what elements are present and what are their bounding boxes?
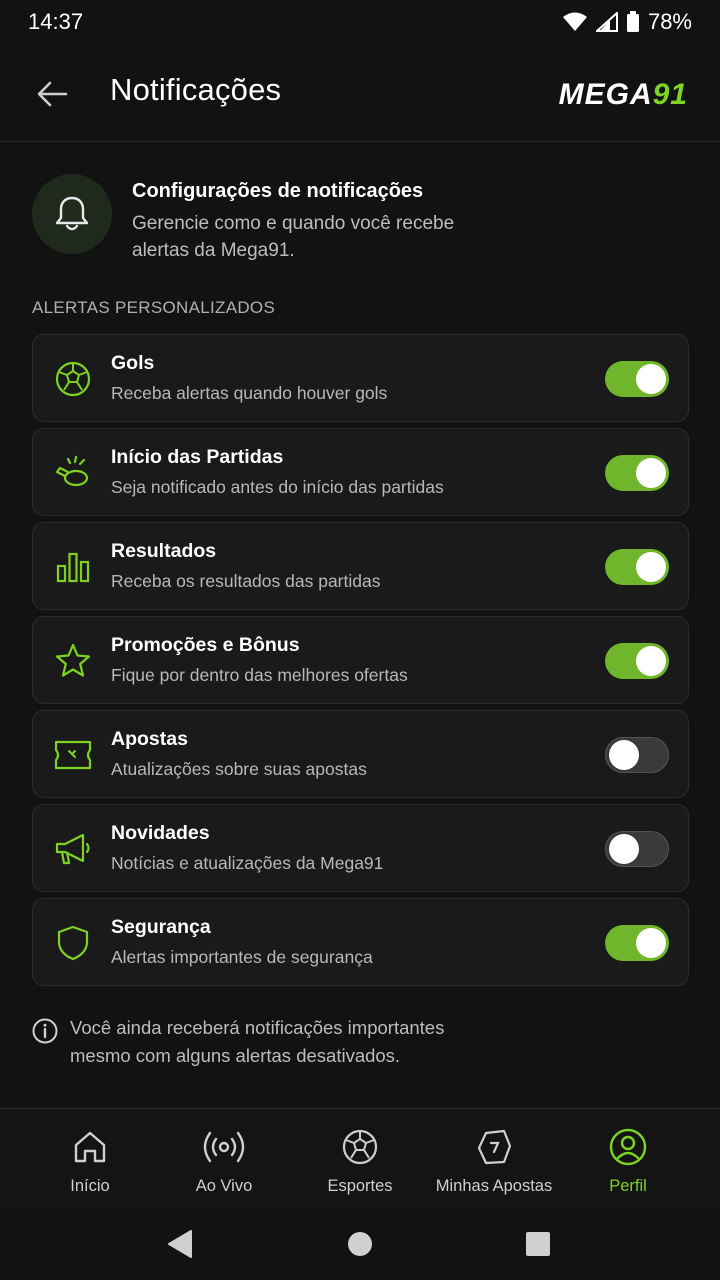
nav-label: Início	[70, 1177, 110, 1195]
resultados-toggle[interactable]	[605, 549, 669, 585]
live-icon	[152, 1125, 296, 1169]
square-recents-icon	[526, 1232, 550, 1256]
novidades-toggle[interactable]	[605, 831, 669, 867]
system-recents-button[interactable]	[518, 1224, 558, 1264]
alert-card-novidades: Novidades Notícias e atualizações da Meg…	[32, 804, 689, 892]
alert-description: Receba alertas quando houver gols	[111, 383, 388, 403]
toggle-knob	[609, 834, 639, 864]
nav-label: Minhas Apostas	[435, 1177, 553, 1195]
nav-inicio[interactable]: Início	[18, 1125, 162, 1205]
toggle-knob	[636, 928, 666, 958]
nav-label: Esportes	[327, 1177, 393, 1195]
app-bar: Notificações MEGA91	[0, 44, 720, 142]
battery-percent: 78%	[647, 9, 692, 34]
page-title: Notificações	[110, 72, 282, 107]
shield-icon	[53, 923, 93, 963]
status-icons: 78%	[562, 9, 692, 35]
section-title: ALERTAS PERSONALIZADOS	[32, 298, 276, 317]
info-icon	[32, 1018, 58, 1044]
alert-description: Alertas importantes de segurança	[111, 947, 373, 967]
profile-icon	[556, 1125, 700, 1169]
brand-logo: MEGA91	[558, 78, 688, 111]
bell-badge	[32, 174, 112, 254]
promocoes-toggle[interactable]	[605, 643, 669, 679]
back-arrow-icon	[37, 81, 68, 107]
back-button[interactable]	[30, 74, 74, 114]
status-time: 14:37	[28, 9, 84, 34]
alert-description: Seja notificado antes do início das part…	[111, 477, 444, 497]
alert-title: Promoções e Bônus	[111, 634, 300, 656]
alert-description: Fique por dentro das melhores ofertas	[111, 665, 408, 685]
intro-title: Configurações de notificações	[132, 180, 424, 202]
alert-title: Apostas	[111, 728, 188, 750]
inicio-partidas-toggle[interactable]	[605, 455, 669, 491]
nav-ao-vivo[interactable]: Ao Vivo	[152, 1125, 296, 1205]
alert-description: Atualizações sobre suas apostas	[111, 759, 367, 779]
system-home-button[interactable]	[340, 1224, 380, 1264]
nav-esportes[interactable]: Esportes	[288, 1125, 432, 1205]
soccer-ball-icon	[288, 1125, 432, 1169]
megaphone-icon	[53, 829, 93, 869]
nav-minhas-apostas[interactable]: Minhas Apostas	[422, 1125, 566, 1205]
system-navigation-bar	[0, 1208, 720, 1280]
star-icon	[53, 641, 93, 681]
toggle-knob	[609, 740, 639, 770]
bets-icon	[422, 1125, 566, 1169]
toggle-knob	[636, 458, 666, 488]
notification-settings-intro: Configurações de notificações Gerencie c…	[32, 174, 692, 264]
system-back-button[interactable]	[160, 1224, 200, 1264]
nav-label: Perfil	[609, 1177, 647, 1195]
alert-title: Novidades	[111, 822, 210, 844]
battery-icon	[626, 11, 639, 32]
ticket-icon	[53, 735, 93, 775]
bar-chart-icon	[53, 547, 93, 587]
alert-description: Notícias e atualizações da Mega91	[111, 853, 384, 873]
toggle-knob	[636, 646, 666, 676]
signal-icon	[595, 12, 618, 32]
alert-description: Receba os resultados das partidas	[111, 571, 381, 591]
alert-title: Início das Partidas	[111, 446, 284, 468]
bell-icon	[55, 196, 89, 231]
alert-card-seguranca: Segurança Alertas importantes de seguran…	[32, 898, 689, 986]
alert-card-inicio-partidas: Início das Partidas Seja notificado ante…	[32, 428, 689, 516]
circle-home-icon	[348, 1232, 372, 1256]
gols-toggle[interactable]	[605, 361, 669, 397]
alert-title: Resultados	[111, 540, 217, 562]
nav-perfil[interactable]: Perfil	[556, 1125, 700, 1205]
toggle-knob	[636, 364, 666, 394]
bottom-navigation: Início Ao Vivo Esportes Minhas Apostas P…	[0, 1108, 720, 1208]
home-icon	[18, 1125, 162, 1169]
whistle-icon	[53, 453, 93, 493]
alert-card-apostas: Apostas Atualizações sobre suas apostas	[32, 710, 689, 798]
nav-label: Ao Vivo	[195, 1177, 253, 1195]
info-text: Você ainda receberá notificações importa…	[70, 1017, 445, 1066]
status-bar: 14:37 78%	[0, 0, 720, 44]
soccer-ball-icon	[53, 359, 93, 399]
alert-title: Gols	[111, 352, 155, 374]
intro-description: Gerencie como e quando você recebe alert…	[132, 213, 455, 261]
toggle-knob	[636, 552, 666, 582]
alert-card-resultados: Resultados Receba os resultados das part…	[32, 522, 689, 610]
alert-card-promocoes: Promoções e Bônus Fique por dentro das m…	[32, 616, 689, 704]
apostas-toggle[interactable]	[605, 737, 669, 773]
seguranca-toggle[interactable]	[605, 925, 669, 961]
wifi-icon	[562, 12, 587, 31]
alert-card-gols: Gols Receba alertas quando houver gols	[32, 334, 689, 422]
triangle-back-icon	[168, 1230, 192, 1258]
alert-title: Segurança	[111, 916, 211, 938]
